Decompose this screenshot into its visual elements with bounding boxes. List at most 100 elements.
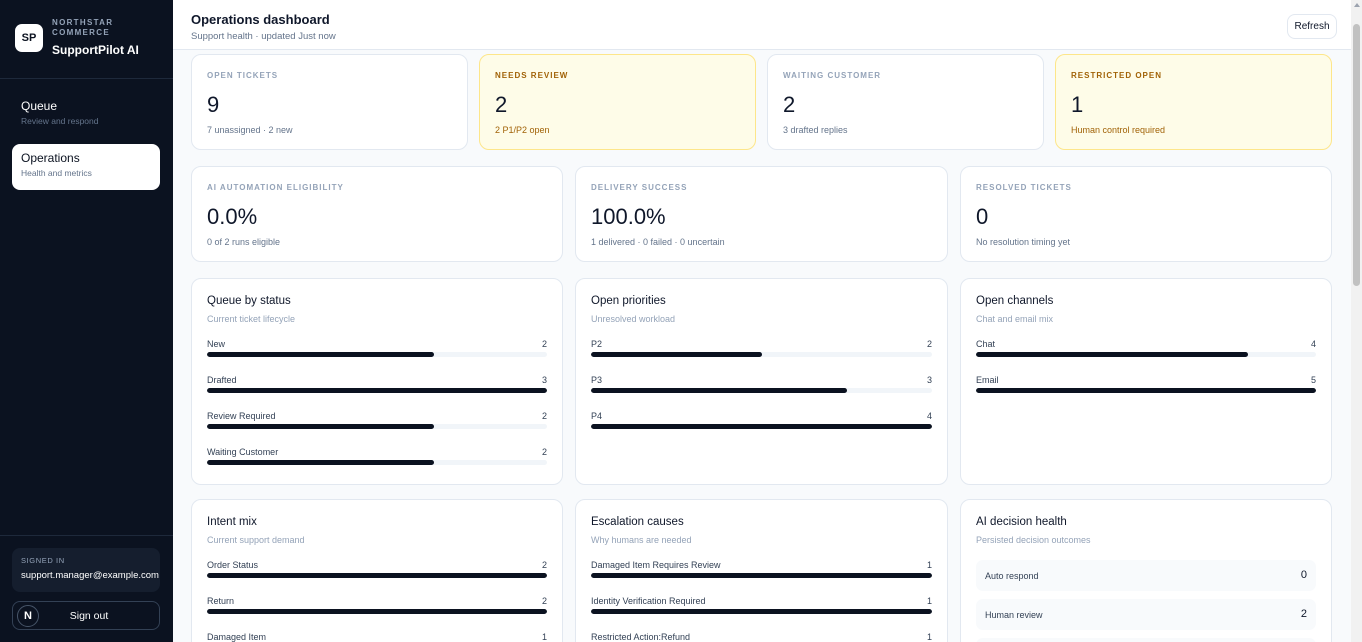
bar-count: 1 (926, 560, 932, 570)
stat-card-restricted-open: RESTRICTED OPEN 1 Human control required (1055, 54, 1332, 150)
panel-subtitle: Current support demand (207, 535, 305, 545)
panel-title: Escalation causes (591, 516, 684, 528)
stat-sub: Human control required (1071, 125, 1166, 135)
bar-fill (207, 609, 547, 614)
bar-row: Restricted Action:Refund 1 (591, 632, 932, 642)
stat-value: 0 (976, 204, 989, 229)
stat-sub: 1 delivered · 0 failed · 0 uncertain (591, 237, 725, 247)
bar-track (207, 573, 547, 578)
panel-ai-decision-health: AI decision health Persisted decision ou… (960, 499, 1332, 642)
bar-row: Order Status 2 (207, 560, 547, 596)
panel-subtitle: Persisted decision outcomes (976, 535, 1091, 545)
bar-track (591, 352, 932, 357)
stat-label: NEEDS REVIEW (495, 71, 569, 80)
brand-logo: SP (15, 23, 43, 52)
decision-row-partial (976, 638, 1316, 642)
bar-label: New (207, 339, 226, 349)
page-scrollbar[interactable] (1351, 0, 1362, 642)
bar-count: 2 (541, 411, 547, 421)
bar-fill (591, 352, 762, 357)
stat-card-needs-review: NEEDS REVIEW 2 2 P1/P2 open (479, 54, 756, 150)
stat-value: 2 (495, 92, 508, 117)
signed-in-label: SIGNED IN (21, 556, 65, 565)
decision-count: 2 (1300, 608, 1307, 620)
bar-count: 5 (1310, 375, 1316, 385)
bar-label: Order Status (207, 560, 259, 570)
bar-count: 2 (541, 596, 547, 606)
bar-row: Chat 4 (976, 339, 1316, 375)
bar-count: 3 (541, 375, 547, 385)
signed-in-email: support.manager@example.com (21, 570, 159, 581)
bar-fill (976, 388, 1316, 393)
bar-count: 1 (541, 632, 547, 642)
scroll-thumb[interactable] (1353, 24, 1360, 286)
nav-operations-label: Operations (21, 151, 80, 165)
bar-track (591, 388, 932, 393)
decision-count: 0 (1300, 569, 1307, 581)
panel-subtitle: Chat and email mix (976, 314, 1054, 324)
bar-label: Damaged Item Requires Review (591, 560, 721, 570)
stat-label: RESTRICTED OPEN (1071, 71, 1163, 80)
stat-value: 0.0% (207, 204, 258, 229)
bar-count: 4 (926, 411, 932, 421)
panel-escalation-causes: Escalation causes Why humans are needed … (575, 499, 948, 642)
brand-app-name: SupportPilot AI (52, 43, 139, 57)
nav-operations-sub: Health and metrics (21, 168, 92, 178)
bar-label: Chat (976, 339, 996, 349)
signed-in-box: SIGNED IN support.manager@example.com (12, 548, 160, 592)
stat-value: 9 (207, 92, 220, 117)
bar-row: Waiting Customer 2 (207, 447, 547, 483)
stat-value: 1 (1071, 92, 1084, 117)
bar-track (207, 424, 547, 429)
bar-row: P2 2 (591, 339, 932, 375)
nav-item-queue[interactable]: Queue Review and respond (12, 92, 160, 138)
panel-open-channels: Open channels Chat and email mix Chat 4 Em… (960, 278, 1332, 485)
bar-row: Identity Verification Required 1 (591, 596, 932, 632)
nav-item-operations[interactable]: Operations Health and metrics (12, 144, 160, 190)
decision-row-human-review: Human review 2 (976, 599, 1316, 630)
stat-card-open-tickets: OPEN TICKETS 9 7 unassigned · 2 new (191, 54, 468, 150)
bar-track (976, 388, 1316, 393)
bar-track (207, 352, 547, 357)
bar-label: P3 (591, 375, 603, 385)
bar-count: 2 (541, 560, 547, 570)
brand: SP NORTHSTAR COMMERCE SupportPilot AI (15, 18, 139, 57)
decision-label: Auto respond (985, 571, 1039, 581)
bar-fill (207, 573, 547, 578)
stat-label: AI AUTOMATION ELIGIBILITY (207, 183, 344, 192)
stat-value: 100.0% (591, 204, 666, 229)
panel-title: Queue by status (207, 295, 291, 307)
bar-label: Waiting Customer (207, 447, 279, 457)
page-header: Operations dashboard Support health · up… (173, 0, 1351, 50)
panel-subtitle: Unresolved workload (591, 314, 676, 324)
refresh-button[interactable]: Refresh (1287, 14, 1337, 39)
bar-label: Review Required (207, 411, 276, 421)
bar-label: Return (207, 596, 235, 606)
nav-queue-sub: Review and respond (21, 116, 99, 126)
bar-row: Drafted 3 (207, 375, 547, 411)
panel-title: Open priorities (591, 295, 666, 307)
bar-track (207, 609, 547, 614)
panel-title: AI decision health (976, 516, 1067, 528)
bar-label: P4 (591, 411, 603, 421)
bar-list: P2 2 P3 3 P4 4 (591, 339, 932, 447)
scroll-up-arrow-icon[interactable] (1354, 3, 1360, 7)
nav-queue-label: Queue (21, 99, 58, 113)
bar-count: 4 (1310, 339, 1316, 349)
sign-out-button[interactable]: N Sign out (12, 601, 160, 630)
bar-row: P4 4 (591, 411, 932, 447)
bar-count: 2 (541, 447, 547, 457)
bar-label: Drafted (207, 375, 237, 385)
panel-subtitle: Why humans are needed (591, 535, 692, 545)
bar-list: Chat 4 Email 5 (976, 339, 1316, 411)
bar-fill (591, 609, 932, 614)
stat-label: OPEN TICKETS (207, 71, 279, 80)
bar-fill (976, 352, 1248, 357)
stat-sub: 7 unassigned · 2 new (207, 125, 293, 135)
bar-track (591, 424, 932, 429)
panel-subtitle: Current ticket lifecycle (207, 314, 296, 324)
bar-fill (207, 460, 434, 465)
bar-track (207, 460, 547, 465)
panel-title: Open channels (976, 295, 1054, 307)
sidebar-bottom-divider (0, 535, 173, 536)
